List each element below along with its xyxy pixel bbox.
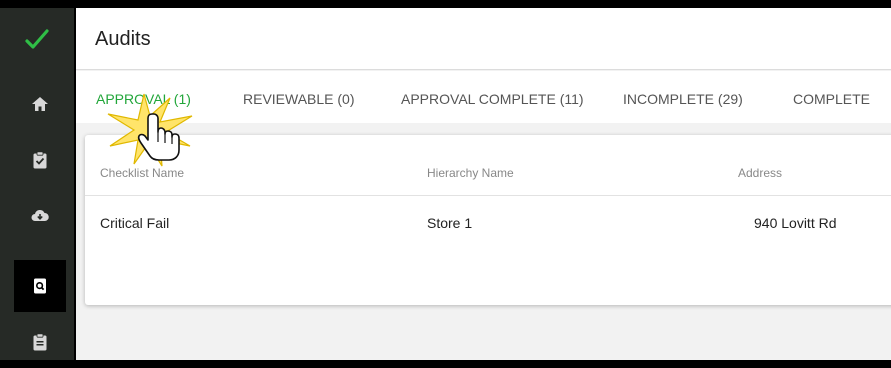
sidebar-item-checklists[interactable] — [14, 134, 66, 186]
clipboard-list-icon — [33, 333, 47, 351]
tab-bar: APPROVAL (1) REVIEWABLE (0) APPROVAL COM… — [76, 71, 891, 123]
tab-approval-complete[interactable]: APPROVAL COMPLETE (11) — [401, 91, 584, 107]
document-search-icon — [34, 278, 46, 294]
sidebar-item-audits[interactable] — [14, 260, 66, 312]
page-header: Audits — [76, 8, 891, 70]
column-header-address[interactable]: Address — [738, 166, 782, 180]
sidebar — [0, 8, 76, 360]
app-frame: Audits APPROVAL (1) REVIEWABLE (0) APPRO… — [0, 8, 891, 360]
audit-table-card: Checklist Name Hierarchy Name Address Cr… — [85, 135, 891, 305]
cell-address: 940 Lovitt Rd — [754, 215, 837, 231]
tab-reviewable[interactable]: REVIEWABLE (0) — [243, 91, 355, 107]
cell-checklist-name: Critical Fail — [100, 215, 170, 231]
tab-incomplete[interactable]: INCOMPLETE (29) — [623, 91, 743, 107]
sidebar-item-home[interactable] — [14, 78, 66, 130]
tab-approval[interactable]: APPROVAL (1) — [96, 91, 191, 107]
column-header-checklist-name[interactable]: Checklist Name — [100, 166, 184, 180]
checkmark-logo-icon — [25, 29, 49, 49]
sidebar-item-downloads[interactable] — [14, 190, 66, 242]
column-header-hierarchy-name[interactable]: Hierarchy Name — [427, 166, 514, 180]
home-icon — [32, 97, 48, 111]
sidebar-item-reports[interactable] — [14, 316, 66, 368]
cell-hierarchy-name: Store 1 — [427, 215, 473, 231]
logo[interactable] — [0, 8, 74, 70]
clipboard-check-icon — [33, 151, 47, 169]
table-row[interactable]: Critical Fail Store 1 940 Lovitt Rd — [85, 196, 891, 296]
page-title: Audits — [95, 28, 151, 50]
cloud-download-icon — [31, 209, 49, 221]
tab-complete[interactable]: COMPLETE — [793, 91, 870, 107]
